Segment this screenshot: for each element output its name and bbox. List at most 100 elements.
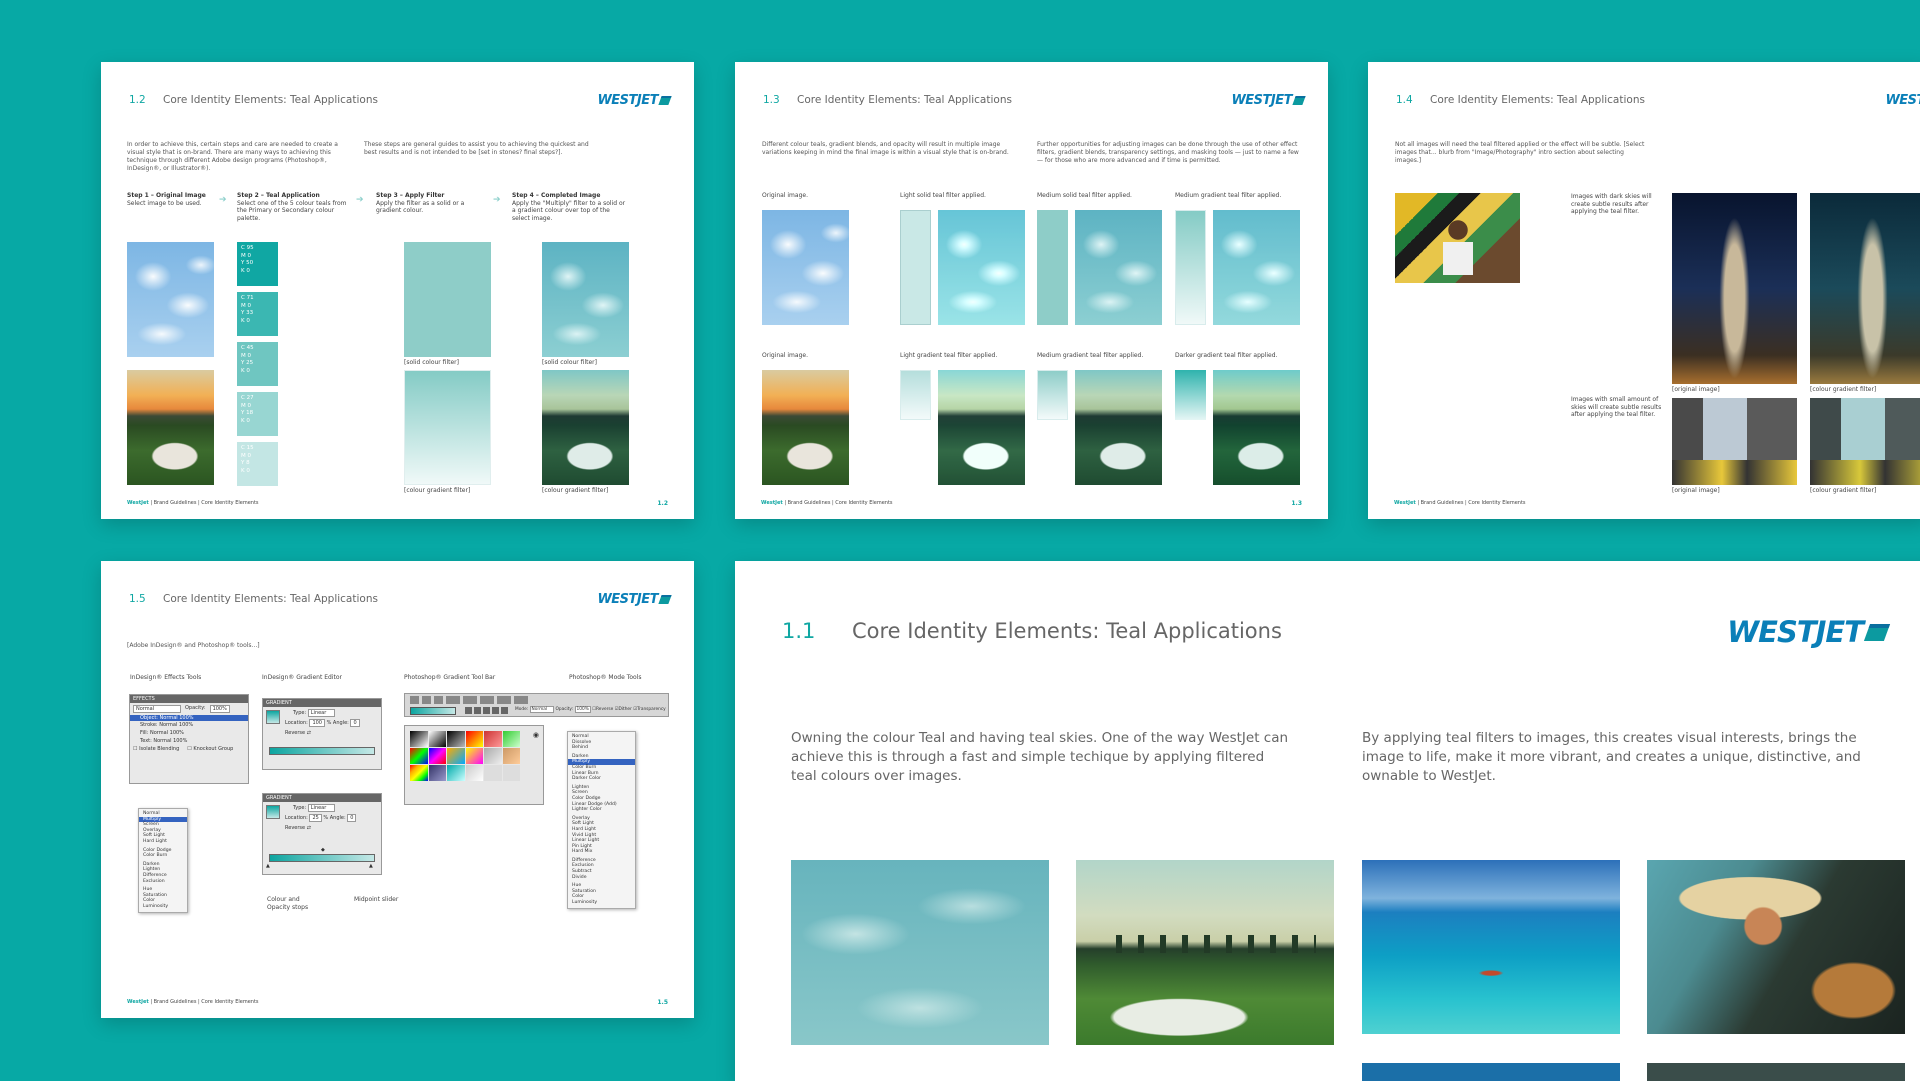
preset[interactable] bbox=[484, 731, 502, 747]
angle-gradient-icon[interactable] bbox=[483, 707, 490, 714]
effect-row-text[interactable]: Text: Normal 100% bbox=[130, 737, 248, 745]
ps-mode-select[interactable]: Normal bbox=[529, 706, 555, 713]
linear-gradient-icon[interactable] bbox=[465, 707, 472, 714]
callout-stops: Colour and Opacity stops bbox=[267, 896, 309, 911]
location-input[interactable]: 25 bbox=[309, 814, 322, 822]
preset[interactable] bbox=[447, 765, 465, 781]
preset[interactable] bbox=[410, 765, 428, 781]
preset[interactable] bbox=[447, 731, 465, 747]
radial-gradient-icon[interactable] bbox=[474, 707, 481, 714]
partial-image bbox=[1362, 1063, 1620, 1081]
page-title: Core Identity Elements: Teal Application… bbox=[1430, 94, 1645, 106]
caption-filter: [colour gradient filter] bbox=[1810, 487, 1877, 494]
ps-reverse-checkbox[interactable]: Reverse bbox=[596, 707, 613, 712]
caption-solid: [solid colour filter] bbox=[542, 359, 597, 366]
note-small-skies: Images with small amount of skies will c… bbox=[1571, 396, 1662, 418]
menu-item[interactable]: Hard Mix bbox=[572, 849, 631, 855]
color-stop-icon[interactable]: ▲ bbox=[266, 863, 270, 869]
teal-swatch-4: C 27 M 0Y 18 K 0 bbox=[237, 392, 278, 436]
opacity-input[interactable]: 100% bbox=[209, 705, 230, 713]
menu-item[interactable]: Luminosity bbox=[572, 900, 631, 906]
preset[interactable] bbox=[428, 748, 446, 764]
page-number: 1.2 bbox=[657, 500, 668, 507]
page-title: Core Identity Elements: Teal Application… bbox=[163, 593, 378, 605]
color-stop-icon[interactable]: ▲ bbox=[369, 863, 373, 869]
street-original-image bbox=[1672, 398, 1797, 485]
jamaica-man-image bbox=[1395, 193, 1520, 283]
preset[interactable] bbox=[502, 765, 520, 781]
preset[interactable] bbox=[484, 748, 502, 764]
medium-solid-swatch bbox=[1037, 210, 1068, 325]
tool-icon[interactable] bbox=[480, 696, 494, 704]
ps-gradient-type-buttons bbox=[465, 707, 508, 714]
street-traffic bbox=[1810, 460, 1920, 485]
midpoint-slider-icon[interactable]: ◆ bbox=[321, 847, 325, 853]
ps-blend-mode-menu: Normal Dissolve Behind Darken Multiply C… bbox=[567, 731, 636, 909]
gradient-type-select[interactable]: Linear bbox=[307, 709, 336, 717]
menu-item[interactable]: Darker Color bbox=[572, 776, 631, 782]
arrow-right-icon: ➔ bbox=[219, 195, 227, 205]
preset[interactable] bbox=[428, 731, 446, 747]
diamond-gradient-icon[interactable] bbox=[501, 707, 508, 714]
reflected-gradient-icon[interactable] bbox=[492, 707, 499, 714]
westjet-mark-icon bbox=[1863, 623, 1891, 641]
preset[interactable] bbox=[410, 748, 428, 764]
ps-opacity-input[interactable]: 100% bbox=[574, 706, 591, 713]
preset[interactable] bbox=[502, 748, 520, 764]
preset[interactable] bbox=[484, 765, 502, 781]
preset[interactable] bbox=[428, 765, 446, 781]
tool-icon[interactable] bbox=[497, 696, 511, 704]
gradient-type-select[interactable]: Linear bbox=[307, 804, 336, 812]
tool-icon[interactable] bbox=[422, 696, 431, 704]
reverse-icon[interactable]: ⇄ bbox=[307, 825, 311, 831]
angle-input[interactable]: 0 bbox=[350, 719, 360, 727]
presets-menu-icon[interactable]: ◉ bbox=[533, 731, 539, 739]
page-number: 1.3 bbox=[1291, 500, 1302, 507]
angle-input[interactable]: 0 bbox=[347, 814, 357, 822]
gradient-reverse-row: Reverse ⇄ bbox=[285, 825, 311, 831]
page-header: 1.2 Core Identity Elements: Teal Applica… bbox=[129, 94, 378, 106]
menu-item[interactable]: Exclusion bbox=[143, 879, 183, 885]
menu-item[interactable]: Lighter Color bbox=[572, 807, 631, 813]
knockout-group-checkbox[interactable]: ☐ Knockout Group bbox=[187, 746, 233, 752]
tool-icon[interactable] bbox=[514, 696, 528, 704]
effect-row-stroke[interactable]: Stroke: Normal 100% bbox=[130, 721, 248, 729]
gradient-ramp[interactable] bbox=[269, 747, 375, 755]
menu-item[interactable]: Behind bbox=[572, 745, 631, 751]
effect-row-fill[interactable]: Fill: Normal 100% bbox=[130, 729, 248, 737]
page-title: Core Identity Elements: Teal Application… bbox=[797, 94, 1012, 106]
tool-preset-icon[interactable] bbox=[410, 696, 419, 704]
menu-item[interactable]: Luminosity bbox=[143, 904, 183, 910]
preset[interactable] bbox=[410, 731, 428, 747]
preset[interactable] bbox=[465, 731, 483, 747]
original-sky-image bbox=[762, 210, 849, 325]
tool-icon[interactable] bbox=[463, 696, 477, 704]
reverse-icon[interactable]: ⇄ bbox=[307, 730, 311, 736]
intro-right: These steps are general guides to assist… bbox=[364, 141, 589, 156]
body-right: By applying teal filters to images, this… bbox=[1362, 730, 1861, 784]
gradient-reverse-row: Reverse ⇄ bbox=[285, 730, 311, 736]
menu-item[interactable]: Color Burn bbox=[143, 853, 183, 859]
location-input[interactable]: 100 bbox=[309, 719, 325, 727]
ps-gradient-picker[interactable] bbox=[410, 707, 456, 715]
medium-gradient-swatch bbox=[1175, 210, 1206, 325]
page-1-5: 1.5 Core Identity Elements: Teal Applica… bbox=[101, 561, 694, 1018]
ps-transparency-checkbox[interactable]: Transparency bbox=[637, 707, 666, 712]
ps-dither-checkbox[interactable]: Dither bbox=[619, 707, 632, 712]
menu-item[interactable]: Divide bbox=[572, 875, 631, 881]
blend-mode-select[interactable]: Normal bbox=[133, 705, 181, 713]
preset[interactable] bbox=[502, 731, 520, 747]
page-1-3: 1.3 Core Identity Elements: Teal Applica… bbox=[735, 62, 1328, 519]
tool-icon[interactable] bbox=[434, 696, 443, 704]
gradient-panel-title: GRADIENT bbox=[263, 699, 381, 707]
preset[interactable] bbox=[465, 765, 483, 781]
teal-swatch-1: C 95 M 0Y 50 K 0 bbox=[237, 242, 278, 286]
gradient-ramp[interactable] bbox=[269, 854, 375, 862]
original-golf-image bbox=[762, 370, 849, 485]
preset[interactable] bbox=[465, 748, 483, 764]
rockefeller-teal-image bbox=[1810, 193, 1920, 384]
isolate-blending-checkbox[interactable]: ☐ Isolate Blending bbox=[133, 746, 179, 752]
tool-icon[interactable] bbox=[446, 696, 460, 704]
menu-item[interactable]: Hard Light bbox=[143, 839, 183, 845]
preset[interactable] bbox=[447, 748, 465, 764]
